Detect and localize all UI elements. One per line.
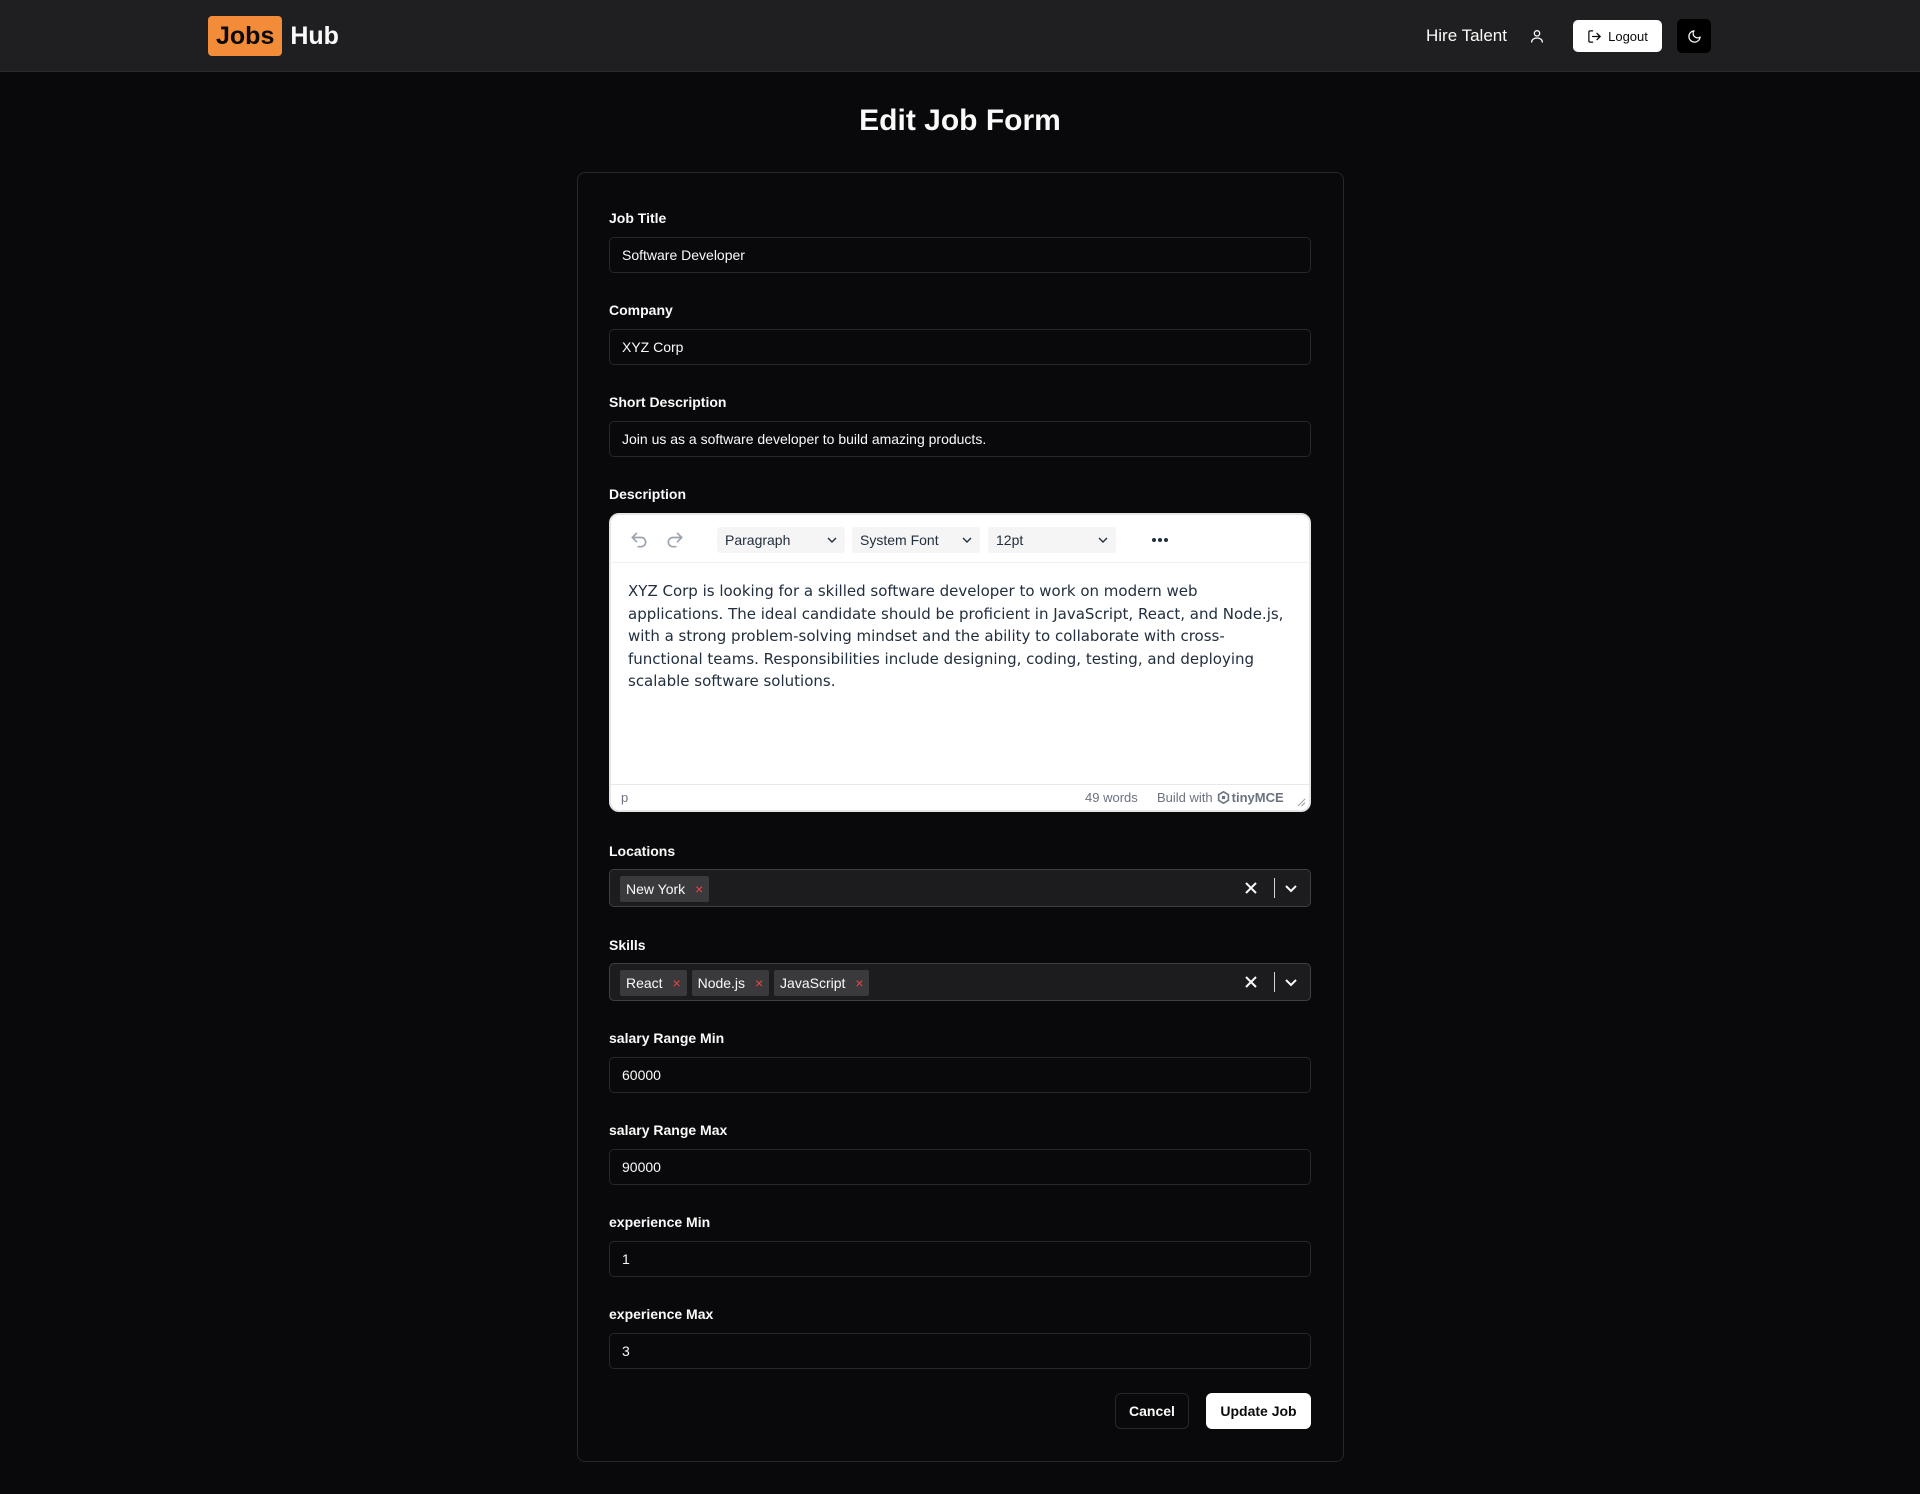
moon-icon <box>1687 29 1701 43</box>
theme-toggle-button[interactable] <box>1677 19 1711 53</box>
experience-max-input[interactable]: 3 <box>609 1333 1311 1369</box>
logo[interactable]: Jobs Hub <box>208 16 339 56</box>
editor-content[interactable]: XYZ Corp is looking for a skilled softwa… <box>628 580 1296 693</box>
update-job-button[interactable]: Update Job <box>1206 1393 1311 1429</box>
skill-tag: React × <box>620 970 687 996</box>
font-size-value: 12pt <box>996 532 1024 548</box>
job-title-label: Job Title <box>609 210 667 226</box>
more-horizontal-icon <box>1152 538 1168 542</box>
font-size-select[interactable]: 12pt <box>988 527 1116 553</box>
job-title-input[interactable]: Software Developer <box>609 237 1311 273</box>
company-label: Company <box>609 302 673 318</box>
tinymce-logo-icon <box>1217 791 1229 804</box>
tag-label: New York <box>626 881 686 897</box>
experience-max-label: experience Max <box>609 1306 714 1322</box>
locations-tags: New York × <box>620 876 710 902</box>
experience-min-input[interactable]: 1 <box>609 1241 1311 1277</box>
divider <box>1274 972 1275 992</box>
short-description-label: Short Description <box>609 394 727 410</box>
company-value: XYZ Corp <box>622 339 684 355</box>
short-description-value: Join us as a software developer to build… <box>622 431 987 447</box>
chevron-down-icon <box>962 537 972 543</box>
powered-by[interactable]: Build with tinyMCE <box>1157 790 1284 805</box>
tinymce-brand-text: tinyMCE <box>1231 790 1284 805</box>
description-label: Description <box>609 486 687 502</box>
salary-min-value: 60000 <box>622 1067 661 1083</box>
user-profile-button[interactable] <box>1525 24 1549 48</box>
company-input[interactable]: XYZ Corp <box>609 329 1311 365</box>
editor-toolbar: Paragraph System Font 12pt <box>611 515 1309 563</box>
salary-min-label: salary Range Min <box>609 1030 725 1046</box>
tinymce-brand: tinyMCE <box>1217 790 1284 805</box>
logo-jobs: Jobs <box>208 16 283 56</box>
clear-all-button[interactable] <box>1243 974 1259 990</box>
block-format-select[interactable]: Paragraph <box>717 527 845 553</box>
job-title-value: Software Developer <box>622 247 745 263</box>
redo-icon <box>667 532 683 548</box>
experience-max-value: 3 <box>622 1343 630 1359</box>
logout-icon <box>1588 29 1601 43</box>
remove-tag-icon[interactable]: × <box>853 975 865 991</box>
resize-handle-icon[interactable] <box>1297 798 1306 807</box>
short-description-input[interactable]: Join us as a software developer to build… <box>609 421 1311 457</box>
user-icon <box>1531 30 1543 43</box>
chevron-down-icon <box>1285 979 1297 987</box>
word-count[interactable]: 49 words <box>1085 790 1138 805</box>
skills-tags: React × Node.js × JavaScript × <box>620 970 870 996</box>
skill-tag: Node.js × <box>691 970 770 996</box>
font-family-value: System Font <box>860 532 939 548</box>
redo-button[interactable] <box>663 528 687 552</box>
skills-label: Skills <box>609 937 646 953</box>
salary-min-input[interactable]: 60000 <box>609 1057 1311 1093</box>
logout-button[interactable]: Logout <box>1573 20 1662 52</box>
element-path[interactable]: p <box>621 790 628 805</box>
experience-min-label: experience Min <box>609 1214 711 1230</box>
build-with-text: Build with <box>1157 790 1213 805</box>
rich-text-editor[interactable]: Paragraph System Font 12pt XYZ Corp is l… <box>609 513 1311 812</box>
locations-label: Locations <box>609 843 676 859</box>
remove-tag-icon[interactable]: × <box>693 881 705 897</box>
undo-button[interactable] <box>627 528 651 552</box>
cancel-button[interactable]: Cancel <box>1115 1393 1189 1429</box>
tag-label: JavaScript <box>780 975 846 991</box>
tag-label: React <box>626 975 663 991</box>
font-family-select[interactable]: System Font <box>852 527 980 553</box>
salary-max-value: 90000 <box>622 1159 661 1175</box>
experience-min-value: 1 <box>622 1251 630 1267</box>
salary-max-input[interactable]: 90000 <box>609 1149 1311 1185</box>
more-options-button[interactable] <box>1147 528 1173 552</box>
block-format-value: Paragraph <box>725 532 791 548</box>
page-title: Edit Job Form <box>859 104 1061 137</box>
dropdown-toggle[interactable] <box>1283 880 1299 896</box>
tag-label: Node.js <box>697 975 746 991</box>
locations-multiselect[interactable]: New York × <box>609 869 1311 907</box>
logo-hub: Hub <box>290 21 339 50</box>
editor-statusbar: p 49 words Build with tinyMCE <box>611 784 1309 810</box>
location-tag: New York × <box>620 876 710 902</box>
remove-tag-icon[interactable]: × <box>671 975 683 991</box>
clear-all-button[interactable] <box>1243 880 1259 896</box>
nav-hire-talent[interactable]: Hire Talent <box>1426 24 1507 48</box>
close-icon <box>1245 976 1257 988</box>
undo-icon <box>631 532 647 548</box>
top-navbar: Jobs Hub Hire Talent Logout <box>0 0 1920 72</box>
skill-tag: JavaScript × <box>774 970 870 996</box>
remove-tag-icon[interactable]: × <box>753 975 765 991</box>
divider <box>1274 878 1275 898</box>
logout-label: Logout <box>1608 28 1648 44</box>
chevron-down-icon <box>1098 537 1108 543</box>
dropdown-toggle[interactable] <box>1283 974 1299 990</box>
chevron-down-icon <box>1285 885 1297 893</box>
chevron-down-icon <box>827 537 837 543</box>
close-icon <box>1245 882 1257 894</box>
skills-multiselect[interactable]: React × Node.js × JavaScript × <box>609 963 1311 1001</box>
salary-max-label: salary Range Max <box>609 1122 728 1138</box>
